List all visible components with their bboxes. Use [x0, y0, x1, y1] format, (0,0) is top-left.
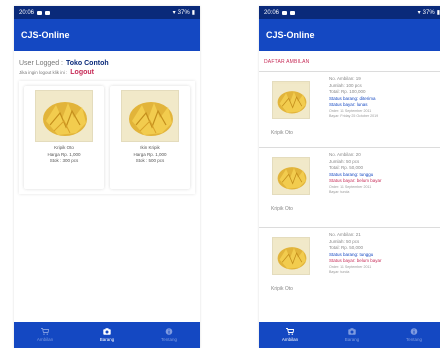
user-logged-label: User Logged : [19, 60, 63, 67]
nav-label: Ambilan [36, 337, 54, 342]
nav-ambilan[interactable]: Ambilan [14, 322, 76, 348]
products-page: User Logged : Toko Contoh Jika ingin log… [14, 51, 200, 322]
notification-icon [282, 10, 288, 15]
product-stock: Stok : 300 pcs [49, 158, 79, 163]
product-name: Kripik Oto [54, 145, 74, 150]
product-info: Harga Rp. 1,000 Stok : 500 pcs [133, 152, 166, 164]
product-name: Ikin Kripik [140, 145, 160, 150]
notification-icon [37, 10, 43, 15]
logout-prompt: Jika ingin logout klik ini : [19, 70, 68, 75]
cart-icon [41, 328, 49, 335]
bottom-navigation: Ambilan Barang Tentang [259, 322, 440, 348]
product-grid: Kripik Oto Harga Rp. 1,000 Stok : 300 pc… [19, 81, 195, 194]
order-date: Order: 11 September 2011 [329, 108, 372, 113]
section-title: DAFTAR AMBILAN [264, 59, 310, 65]
payment-date: Bayar: Friday 25 October 2019 [329, 113, 379, 118]
nav-barang[interactable]: Barang [76, 322, 138, 348]
app-title: CJS-Online [21, 30, 70, 40]
order-item[interactable]: Kripik Oto No. Ambilan: 19 Jumlah: 100 p… [259, 71, 440, 147]
payment-status: Status bayar: belum bayar [329, 178, 382, 183]
payment-date: Bayar: tunda [329, 189, 350, 194]
nav-label: Tentang [160, 337, 177, 342]
nav-label: Tentang [405, 337, 422, 342]
notification-icon [290, 10, 296, 15]
app-bar: CJS-Online [14, 19, 200, 51]
battery-level: 37% [177, 9, 190, 16]
signal-icon: ▾ [172, 10, 176, 16]
order-details: No. Ambilan: 20 Jumlah: 50 pcs Total: Rp… [329, 152, 382, 195]
order-product-name: Kripik Oto [271, 206, 293, 212]
phone-screen-products: 20:06 ▾ 37% ▮ CJS-Online User Logged : T… [14, 6, 200, 348]
status-time: 20:06 [264, 9, 280, 16]
product-image [35, 90, 93, 142]
order-product-name: Kripik Oto [271, 286, 293, 292]
status-bar: 20:06 ▾ 37% ▮ [259, 6, 440, 19]
product-image [121, 90, 179, 142]
camera-icon [348, 328, 356, 335]
product-card[interactable]: Kripik Oto Harga Rp. 1,000 Stok : 300 pc… [24, 86, 104, 189]
battery-level: 37% [422, 9, 435, 16]
orders-page: DAFTAR AMBILAN Kripik Oto No. Ambilan: 1… [259, 51, 440, 322]
order-item[interactable]: Kripik Oto No. Ambilan: 20 Jumlah: 50 pc… [259, 147, 440, 223]
order-product-image [272, 237, 310, 275]
info-icon [410, 328, 418, 335]
logout-link[interactable]: Logout [70, 69, 94, 76]
nav-label: Barang [344, 337, 360, 342]
nav-label: Ambilan [281, 337, 299, 342]
battery-icon: ▮ [191, 10, 195, 16]
nav-tentang[interactable]: Tentang [138, 322, 200, 348]
order-product-name: Kripik Oto [271, 130, 293, 136]
nav-ambilan[interactable]: Ambilan [259, 322, 321, 348]
order-product-image [272, 81, 310, 119]
phone-screen-orders: 20:06 ▾ 37% ▮ CJS-Online DAFTAR AMBILAN … [259, 6, 440, 348]
product-stock: Stok : 500 pcs [135, 158, 165, 163]
product-card[interactable]: Ikin Kripik Harga Rp. 1,000 Stok : 500 p… [110, 86, 190, 189]
user-logged-line: User Logged : Toko Contoh [14, 51, 200, 67]
status-time: 20:06 [19, 9, 35, 16]
logout-line: Jika ingin logout klik ini : Logout [14, 67, 200, 76]
payment-status: Status bayar: belum bayar [329, 258, 382, 263]
nav-tentang[interactable]: Tentang [383, 322, 440, 348]
nav-barang[interactable]: Barang [321, 322, 383, 348]
info-icon [165, 328, 173, 335]
app-title: CJS-Online [266, 30, 315, 40]
camera-icon [103, 328, 111, 335]
user-name: Toko Contoh [65, 60, 109, 67]
order-details: No. Ambilan: 21 Jumlah: 50 pcs Total: Rp… [329, 232, 382, 275]
product-info: Harga Rp. 1,000 Stok : 300 pcs [47, 152, 80, 164]
nav-label: Barang [99, 337, 115, 342]
app-bar: CJS-Online [259, 19, 440, 51]
bottom-navigation: Ambilan Barang Tentang [14, 322, 200, 348]
payment-date: Bayar: tunda [329, 269, 350, 274]
cart-icon [286, 328, 294, 335]
order-details: No. Ambilan: 19 Jumlah: 100 pcs Total: R… [329, 76, 378, 119]
notification-icon [45, 10, 51, 15]
signal-icon: ▾ [417, 10, 421, 16]
order-product-image [272, 157, 310, 195]
status-bar: 20:06 ▾ 37% ▮ [14, 6, 200, 19]
order-item[interactable]: Kripik Oto No. Ambilan: 21 Jumlah: 50 pc… [259, 227, 440, 303]
